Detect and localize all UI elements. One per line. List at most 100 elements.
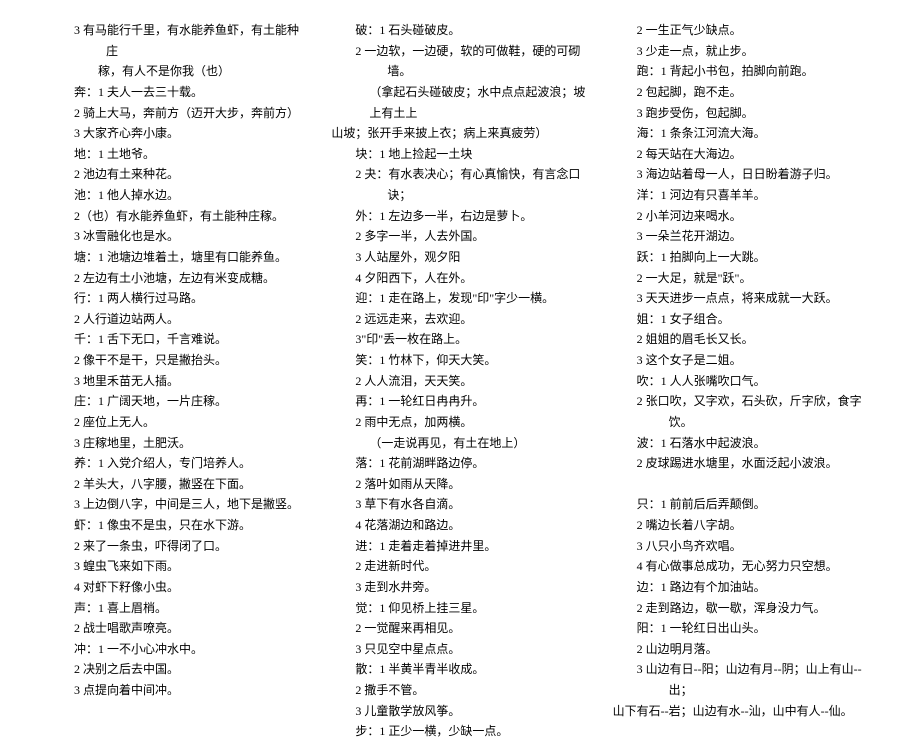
text-line: 海：1 条条江河流大海。 — [613, 123, 870, 144]
text-line: 虾：1 像虫不是虫，只在水下游。 — [50, 515, 307, 536]
text-line: 边：1 路边有个加油站。 — [613, 577, 870, 598]
text-line: 2 落叶如雨从天降。 — [331, 474, 588, 495]
text-line: 阳：1 一轮红日出山头。 — [613, 618, 870, 639]
text-line: 2 战士唱歌声嘹亮。 — [50, 618, 307, 639]
column-2: 破：1 石头碰破皮。2 一边软，一边硬，软的可做鞋，硬的可砌墙。（拿起石头碰破皮… — [331, 20, 588, 631]
text-line: 3 山边有日--阳；山边有月--阴；山上有山--出； — [613, 659, 870, 700]
text-line: 3 走到水井旁。 — [331, 577, 588, 598]
text-line: 2 一生正气少缺点。 — [613, 20, 870, 41]
text-line: 池：1 他人掉水边。 — [50, 185, 307, 206]
text-line: 再：1 一轮红日冉冉升。 — [331, 391, 588, 412]
text-line: （拿起石头碰破皮；水中点点起波浪；坡上有土上 — [331, 82, 588, 123]
text-line: 2 池边有土来种花。 — [50, 164, 307, 185]
text-line: 奔：1 夫人一去三十载。 — [50, 82, 307, 103]
text-line: （一走说再见，有土在地上） — [331, 433, 588, 454]
text-line: 2 来了一条虫，吓得闭了口。 — [50, 536, 307, 557]
text-line: 3 庄稼地里，土肥沃。 — [50, 433, 307, 454]
text-line: 2 嘴边长着八字胡。 — [613, 515, 870, 536]
text-line: 2 决别之后去中国。 — [50, 659, 307, 680]
text-line: 2 人行道边站两人。 — [50, 309, 307, 330]
document-columns: 3 有马能行千里，有水能养鱼虾，有土能种庄 稼，有人不是你我（也）奔：1 夫人一… — [50, 20, 870, 631]
text-line: 3 上边倒八字，中间是三人，地下是撇竖。 — [50, 494, 307, 515]
text-line: 吹：1 人人张嘴吹口气。 — [613, 371, 870, 392]
text-line: 3 点提向着中间冲。 — [50, 680, 307, 701]
text-line: 2 多字一半，人去外国。 — [331, 226, 588, 247]
text-line: 4 夕阳西下，人在外。 — [331, 268, 588, 289]
text-line: 2 人人流泪，天天笑。 — [331, 371, 588, 392]
text-line: 3 地里禾苗无人插。 — [50, 371, 307, 392]
text-line: 步：1 正少一横，少缺一点。 — [331, 721, 588, 742]
text-line: 2 包起脚，跑不走。 — [613, 82, 870, 103]
text-line: 养：1 入党介绍人，专门培养人。 — [50, 453, 307, 474]
text-line: 2 夬：有水表决心；有心真愉快，有言念口诀； — [331, 164, 588, 205]
text-line: 觉：1 仰见桥上挂三星。 — [331, 598, 588, 619]
text-line: 破：1 石头碰破皮。 — [331, 20, 588, 41]
text-line: 3"印"丢一枚在路上。 — [331, 329, 588, 350]
text-line: 2 雨中无点，加两横。 — [331, 412, 588, 433]
text-line: 庄：1 广阔天地，一片庄稼。 — [50, 391, 307, 412]
text-line: 2 走进新时代。 — [331, 556, 588, 577]
text-line: 外：1 左边多一半，右边是萝卜。 — [331, 206, 588, 227]
text-line: 波：1 石落水中起波浪。 — [613, 433, 870, 454]
text-line: 2 小羊河边来喝水。 — [613, 206, 870, 227]
text-line: 只：1 前前后后弄颠倒。 — [613, 494, 870, 515]
text-line: 3 少走一点，就止步。 — [613, 41, 870, 62]
text-line: 稼，有人不是你我（也） — [50, 61, 307, 82]
column-3: 2 一生正气少缺点。3 少走一点，就止步。跑：1 背起小书包，拍脚向前跑。2 包… — [613, 20, 870, 631]
text-line: 散：1 半黄半青半收成。 — [331, 659, 588, 680]
text-line: 山下有石--岩；山边有水--汕，山中有人--仙。 — [613, 701, 870, 722]
text-line: 地：1 土地爷。 — [50, 144, 307, 165]
text-line: 2 每天站在大海边。 — [613, 144, 870, 165]
text-line: 块：1 地上捡起一土块 — [331, 144, 588, 165]
text-line: 跑：1 背起小书包，拍脚向前跑。 — [613, 61, 870, 82]
text-line: 3 跑步受伤，包起脚。 — [613, 103, 870, 124]
text-line: 3 只见空中星点点。 — [331, 639, 588, 660]
text-line: 2 皮球踢进水塘里，水面泛起小波浪。 — [613, 453, 870, 474]
text-line: 3 蝗虫飞来如下雨。 — [50, 556, 307, 577]
text-line: 3 一朵兰花开湖边。 — [613, 226, 870, 247]
text-line: 2 走到路边，歇一歇，浑身没力气。 — [613, 598, 870, 619]
text-line: 3 草下有水各自滴。 — [331, 494, 588, 515]
text-line: 跃：1 拍脚向上一大跳。 — [613, 247, 870, 268]
text-line: 3 这个女子是二姐。 — [613, 350, 870, 371]
text-line: 行：1 两人横行过马路。 — [50, 288, 307, 309]
text-line: 3 大家齐心奔小康。 — [50, 123, 307, 144]
text-line: 2 姐姐的眉毛长又长。 — [613, 329, 870, 350]
text-line: 3 海边站着母一人，日日盼着游子归。 — [613, 164, 870, 185]
text-line: 2（也）有水能养鱼虾，有土能种庄稼。 — [50, 206, 307, 227]
text-line: 2 座位上无人。 — [50, 412, 307, 433]
text-line: 4 有心做事总成功，无心努力只空想。 — [613, 556, 870, 577]
text-line: 笑：1 竹林下，仰天大笑。 — [331, 350, 588, 371]
text-line: 进：1 走着走着掉进井里。 — [331, 536, 588, 557]
text-line: 3 天天进步一点点，将来成就一大跃。 — [613, 288, 870, 309]
text-line: 落：1 花前湖畔路边停。 — [331, 453, 588, 474]
text-line: 2 一边软，一边硬，软的可做鞋，硬的可砌墙。 — [331, 41, 588, 82]
text-line: 2 撒手不管。 — [331, 680, 588, 701]
text-line: 2 山边明月落。 — [613, 639, 870, 660]
text-line: 2 张口吹，又字欢，石头砍，斤字欣，食字饮。 — [613, 391, 870, 432]
text-line: 3 有马能行千里，有水能养鱼虾，有土能种庄 — [50, 20, 307, 61]
text-line: 3 人站屋外，观夕阳 — [331, 247, 588, 268]
text-line: 3 冰雪融化也是水。 — [50, 226, 307, 247]
text-line: 山坡；张开手来披上衣；病上来真疲劳） — [331, 123, 588, 144]
column-1: 3 有马能行千里，有水能养鱼虾，有土能种庄 稼，有人不是你我（也）奔：1 夫人一… — [50, 20, 307, 631]
text-line: 2 一大足，就是"跃"。 — [613, 268, 870, 289]
text-line: 2 一觉醒来再相见。 — [331, 618, 588, 639]
text-line: 2 羊头大，八字腰，撇竖在下面。 — [50, 474, 307, 495]
text-line: 姐：1 女子组合。 — [613, 309, 870, 330]
text-line: 千：1 舌下无口，千言难说。 — [50, 329, 307, 350]
text-line: 4 对虾下籽像小虫。 — [50, 577, 307, 598]
text-line: 冲：1 一不小心冲水中。 — [50, 639, 307, 660]
text-line: 洋：1 河边有只喜羊羊。 — [613, 185, 870, 206]
text-line: 塘：1 池塘边堆着土，塘里有口能养鱼。 — [50, 247, 307, 268]
text-line: 2 左边有土小池塘，左边有米变成糖。 — [50, 268, 307, 289]
text-line: 声：1 喜上眉梢。 — [50, 598, 307, 619]
text-line: 3 八只小鸟齐欢唱。 — [613, 536, 870, 557]
text-line: 3 儿童散学放风筝。 — [331, 701, 588, 722]
text-line: 4 花落湖边和路边。 — [331, 515, 588, 536]
text-line — [613, 474, 870, 495]
text-line: 2 像干不是干，只是撇抬头。 — [50, 350, 307, 371]
text-line: 2 远远走来，去欢迎。 — [331, 309, 588, 330]
text-line: 迎：1 走在路上，发现"印"字少一横。 — [331, 288, 588, 309]
text-line: 2 骑上大马，奔前方（迈开大步，奔前方） — [50, 103, 307, 124]
